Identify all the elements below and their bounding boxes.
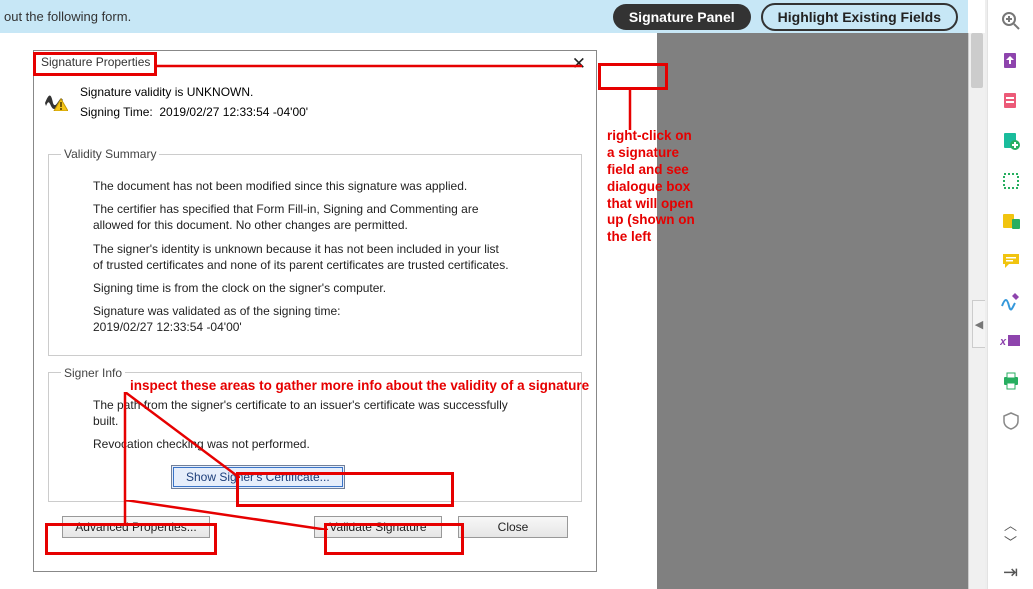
validity-summary-legend: Validity Summary xyxy=(61,147,159,161)
export-pdf-icon[interactable] xyxy=(1000,50,1022,72)
dialog-title: Signature Properties xyxy=(39,54,152,70)
validate-signature-button[interactable]: Validate Signature xyxy=(314,516,442,538)
highlight-existing-fields-button[interactable]: Highlight Existing Fields xyxy=(761,3,958,31)
signature-status-icon xyxy=(42,85,68,111)
signer-info-legend: Signer Info xyxy=(61,366,125,380)
tool-scroll-up[interactable]: ︿ xyxy=(1004,519,1017,532)
signing-time-row: Signing Time: 2019/02/27 12:33:54 -04'00… xyxy=(80,105,308,119)
annotation-text-inspect: inspect these areas to gather more info … xyxy=(130,378,630,395)
show-signers-certificate-button[interactable]: Show Signer's Certificate... xyxy=(171,465,345,489)
search-icon[interactable] xyxy=(1000,10,1022,32)
validity-summary-group: Validity Summary The document has not be… xyxy=(48,147,582,356)
close-button[interactable]: Close xyxy=(458,516,568,538)
signature-banner: out the following form. Signature Panel … xyxy=(0,0,968,33)
advanced-properties-button[interactable]: Advanced Properties... xyxy=(62,516,210,538)
create-pdf-icon[interactable] xyxy=(1000,90,1022,112)
tool-scroll-down[interactable]: ﹀ xyxy=(1004,536,1017,549)
print-icon[interactable] xyxy=(1000,370,1022,392)
comment-icon[interactable] xyxy=(1000,250,1022,272)
logout-icon[interactable]: ⇥ xyxy=(1003,563,1018,581)
signer-line-1: The path from the signer's certificate t… xyxy=(93,397,509,429)
redact-icon[interactable]: x xyxy=(1000,330,1022,352)
validity-line-2: The certifier has specified that Form Fi… xyxy=(93,201,509,233)
validity-line-1: The document has not been modified since… xyxy=(93,178,509,194)
scrollbar-thumb[interactable] xyxy=(971,33,983,88)
validity-status-text: Signature validity is UNKNOWN. xyxy=(80,85,308,99)
combine-icon[interactable] xyxy=(1000,170,1022,192)
validity-line-4: Signing time is from the clock on the si… xyxy=(93,280,509,296)
fill-sign-icon[interactable] xyxy=(1000,290,1022,312)
validity-line-5: Signature was validated as of the signin… xyxy=(93,303,509,335)
collapse-tools-tab[interactable]: ◀ xyxy=(972,300,985,348)
annotation-text-rightclick: right-click on a signature field and see… xyxy=(607,128,702,246)
banner-hint-text: out the following form. xyxy=(4,9,131,24)
signature-properties-dialog: Signature Properties ✕ Signature validit… xyxy=(33,50,597,572)
right-toolbar: x ︿ ﹀ ⇥ xyxy=(987,0,1033,589)
edit-pdf-icon[interactable] xyxy=(1000,130,1022,152)
protect-icon[interactable] xyxy=(1000,410,1022,432)
signer-line-2: Revocation checking was not performed. xyxy=(93,436,509,452)
organize-icon[interactable] xyxy=(1000,210,1022,232)
validity-line-3: The signer's identity is unknown because… xyxy=(93,241,509,273)
signature-panel-button[interactable]: Signature Panel xyxy=(613,4,751,30)
close-icon[interactable]: ✕ xyxy=(568,54,590,74)
svg-text:x: x xyxy=(1000,336,1007,348)
